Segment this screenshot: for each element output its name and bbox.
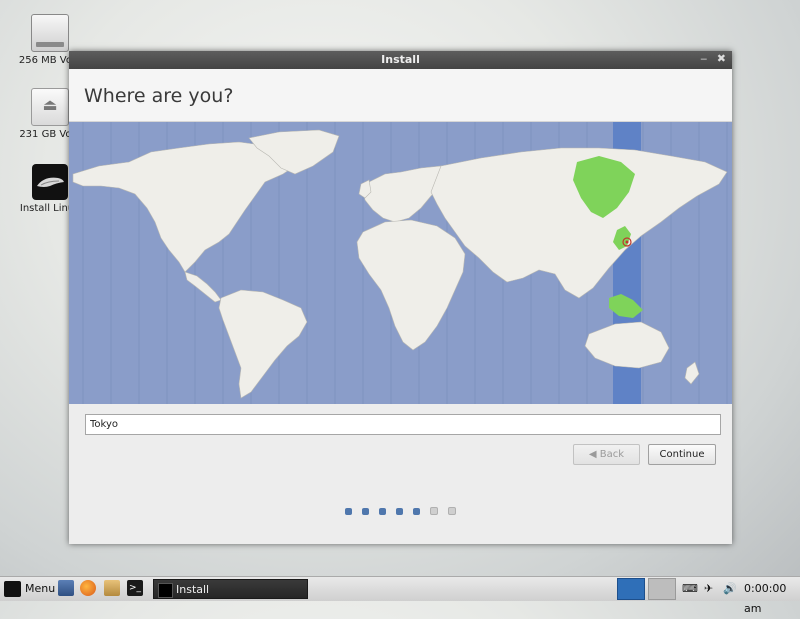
timezone-input[interactable] <box>85 414 721 435</box>
install-window-icon <box>158 583 173 598</box>
step-dot-current <box>413 508 420 515</box>
minimize-button[interactable]: ‒ <box>700 52 707 65</box>
step-dot-pending <box>430 507 438 515</box>
window-title: Install <box>381 53 420 66</box>
page-title: Where are you? <box>84 85 234 107</box>
close-button[interactable]: ✖ <box>717 52 726 65</box>
north-america <box>72 141 302 273</box>
menu-button[interactable]: Menu <box>3 579 55 599</box>
australia <box>584 321 670 369</box>
menu-icon <box>4 581 21 597</box>
africa <box>356 219 466 351</box>
workspace-1-button[interactable] <box>617 578 645 600</box>
keyboard-icon[interactable]: ⌨ <box>682 579 698 599</box>
clock[interactable]: 0:00:00 am <box>744 579 800 615</box>
step-dot-done <box>379 508 386 515</box>
taskbar: Menu >_ Install ⌨ ✈ 🔊 0:00:00 am <box>0 576 800 615</box>
step-dot-done <box>362 508 369 515</box>
step-indicator <box>69 507 732 515</box>
back-button[interactable]: ◀ Back <box>573 444 640 465</box>
step-dot-done <box>345 508 352 515</box>
south-america <box>218 289 308 399</box>
timezone-map[interactable] <box>69 122 732 404</box>
file-manager-icon[interactable] <box>104 580 120 596</box>
new-zealand <box>684 361 700 385</box>
workspace-2-button[interactable] <box>648 578 676 600</box>
window-titlebar[interactable]: Install ‒ ✖ <box>69 51 732 69</box>
step-dot-pending <box>448 507 456 515</box>
show-desktop-icon[interactable] <box>58 580 74 596</box>
hard-drive-icon <box>31 14 69 52</box>
continue-button[interactable]: Continue <box>648 444 716 465</box>
volume-icon[interactable]: 🔊 <box>723 579 737 599</box>
back-arrow-icon: ◀ <box>588 449 600 460</box>
page-header: Where are you? <box>69 69 732 122</box>
terminal-icon[interactable]: >_ <box>127 580 143 596</box>
central-america <box>184 271 222 303</box>
firefox-icon[interactable] <box>80 580 96 596</box>
taskbar-install-window[interactable]: Install <box>153 579 308 599</box>
install-linux-icon <box>32 164 68 200</box>
network-icon[interactable]: ✈ <box>704 579 713 599</box>
step-dot-done <box>396 508 403 515</box>
eject-drive-icon: ⏏ <box>31 88 69 126</box>
install-window: Install ‒ ✖ Where are you? Tokyo ◀ Back … <box>69 51 732 544</box>
